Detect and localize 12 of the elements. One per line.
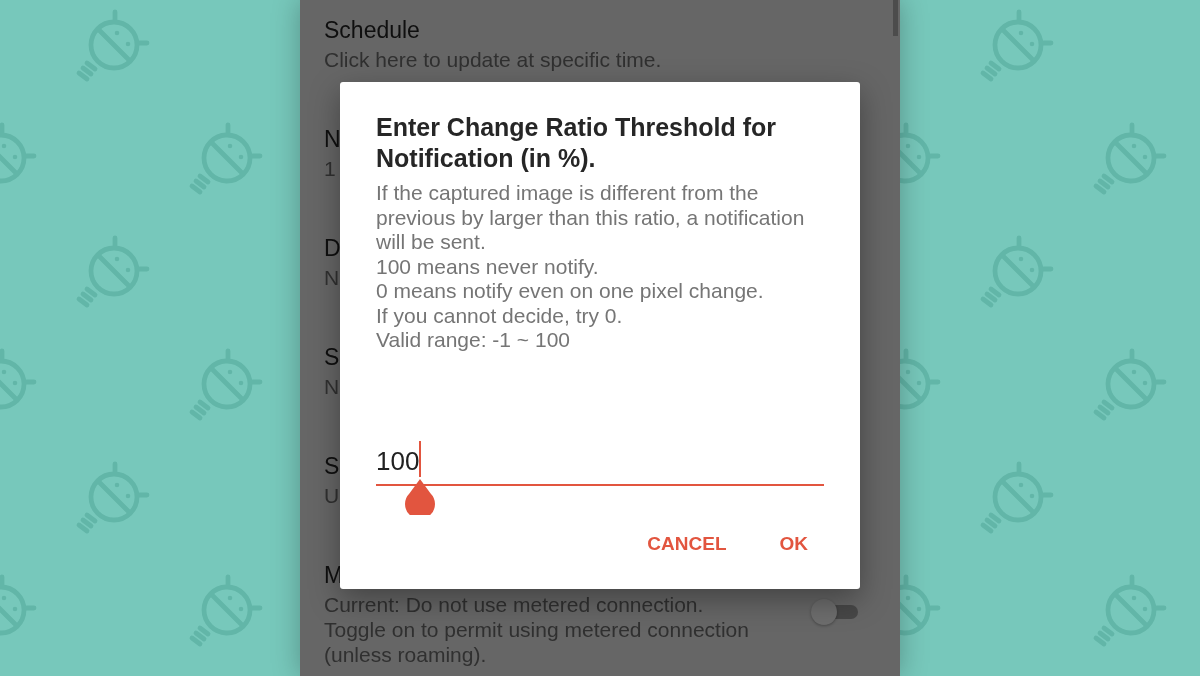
toggle-switch[interactable] — [810, 598, 858, 626]
setting-title: S — [324, 343, 340, 372]
cursor-handle-icon[interactable] — [405, 478, 436, 515]
setting-title: N — [324, 125, 341, 154]
setting-title: S — [324, 452, 340, 481]
dialog-title: Enter Change Ratio Threshold for Notification (in %). — [376, 112, 778, 174]
text-cursor-icon — [419, 440, 422, 477]
setting-title: Schedule — [324, 16, 420, 45]
dialog-message: If the captured image is different from the previous by larger than this ratio, a notification will be sent. 100 means never notify. 0 means notify even on one pixel change. If you cannot decide, try 0. Valid range: -1 ~ 100 — [376, 181, 806, 353]
input-field[interactable]: 100 — [376, 440, 824, 486]
scrollbar — [893, 0, 898, 36]
setting-title: D — [324, 234, 341, 263]
